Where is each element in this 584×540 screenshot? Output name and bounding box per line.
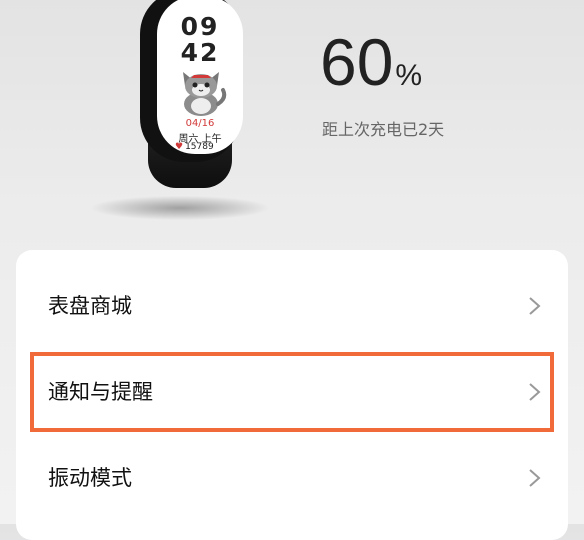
watch-minute: 42	[180, 38, 220, 67]
heart-icon: ♥	[175, 142, 184, 152]
watch-steps: ♥ 15789	[175, 142, 214, 152]
chevron-right-icon	[529, 469, 541, 487]
menu-item-watchface-store[interactable]: 表盘商城	[16, 262, 568, 350]
band-body: 09 42 04/16 周六 上午 ♥ 15789	[140, 0, 243, 162]
highlight-box	[30, 352, 554, 432]
band-device-image: 09 42 04/16 周六 上午 ♥ 15789	[92, 0, 268, 220]
battery-percent: 60%	[320, 22, 422, 102]
watch-hour: 09	[180, 12, 220, 41]
menu-item-label: 振动模式	[48, 466, 132, 490]
menu-item-vibration[interactable]: 振动模式	[16, 434, 568, 522]
chevron-right-icon	[529, 297, 541, 315]
watch-date: 04/16	[185, 118, 215, 129]
battery-unit: %	[395, 59, 423, 92]
band-screen: 09 42 04/16 周六 上午 ♥ 15789	[157, 0, 243, 154]
menu-item-label: 表盘商城	[48, 294, 132, 318]
battery-number: 60	[320, 25, 394, 99]
steps-value: 15789	[185, 142, 214, 152]
cat-icon	[183, 72, 227, 116]
device-shadow	[92, 196, 268, 220]
last-charge-text: 距上次充电已2天	[322, 120, 445, 139]
